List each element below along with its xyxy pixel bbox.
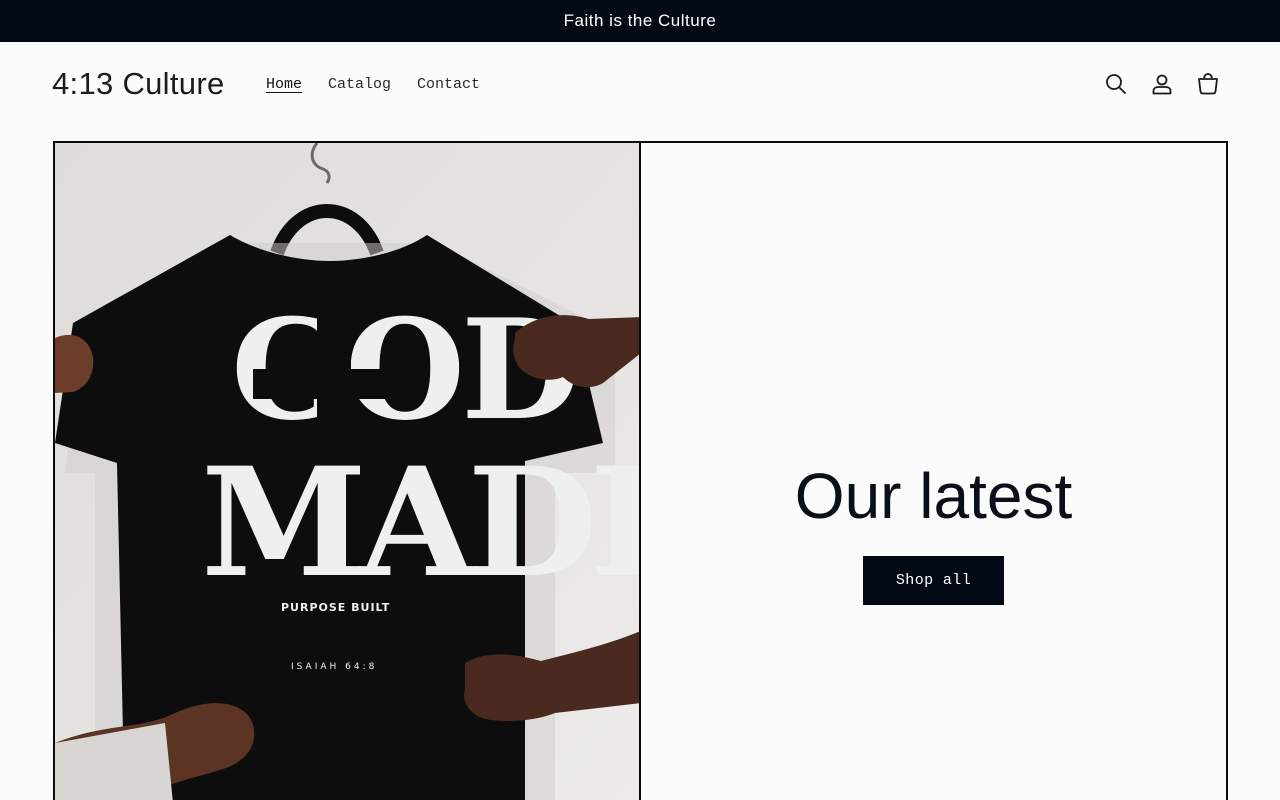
svg-text:PURPOSE BUILT: PURPOSE BUILT <box>281 601 390 614</box>
search-icon[interactable] <box>1104 72 1128 96</box>
cart-icon[interactable] <box>1196 72 1220 96</box>
nav-link-home[interactable]: Home <box>266 76 302 93</box>
tshirt-photo: GOD MADE PURPOSE BUILT ISAIAH 64:8 <box>55 143 641 800</box>
main-nav: Home Catalog Contact <box>266 76 506 93</box>
header-icons <box>1104 72 1220 96</box>
nav-link-catalog[interactable]: Catalog <box>328 76 391 93</box>
hero-heading: Our latest <box>794 460 1073 532</box>
svg-text:MADE: MADE <box>201 435 641 611</box>
hero-banner: GOD MADE PURPOSE BUILT ISAIAH 64:8 Our l… <box>53 141 1228 800</box>
account-icon[interactable] <box>1150 72 1174 96</box>
site-header: 4:13 Culture Home Catalog Contact <box>0 42 1280 128</box>
nav-link-contact[interactable]: Contact <box>417 76 480 93</box>
announcement-text: Faith is the Culture <box>563 11 717 30</box>
shop-all-button[interactable]: Shop all <box>863 556 1004 605</box>
hero-content: Our latest Shop all <box>641 143 1226 800</box>
svg-text:ISAIAH 64:8: ISAIAH 64:8 <box>291 662 377 672</box>
announcement-bar: Faith is the Culture <box>0 0 1280 42</box>
store-logo[interactable]: 4:13 Culture <box>52 66 224 102</box>
hero-image: GOD MADE PURPOSE BUILT ISAIAH 64:8 <box>55 143 641 800</box>
